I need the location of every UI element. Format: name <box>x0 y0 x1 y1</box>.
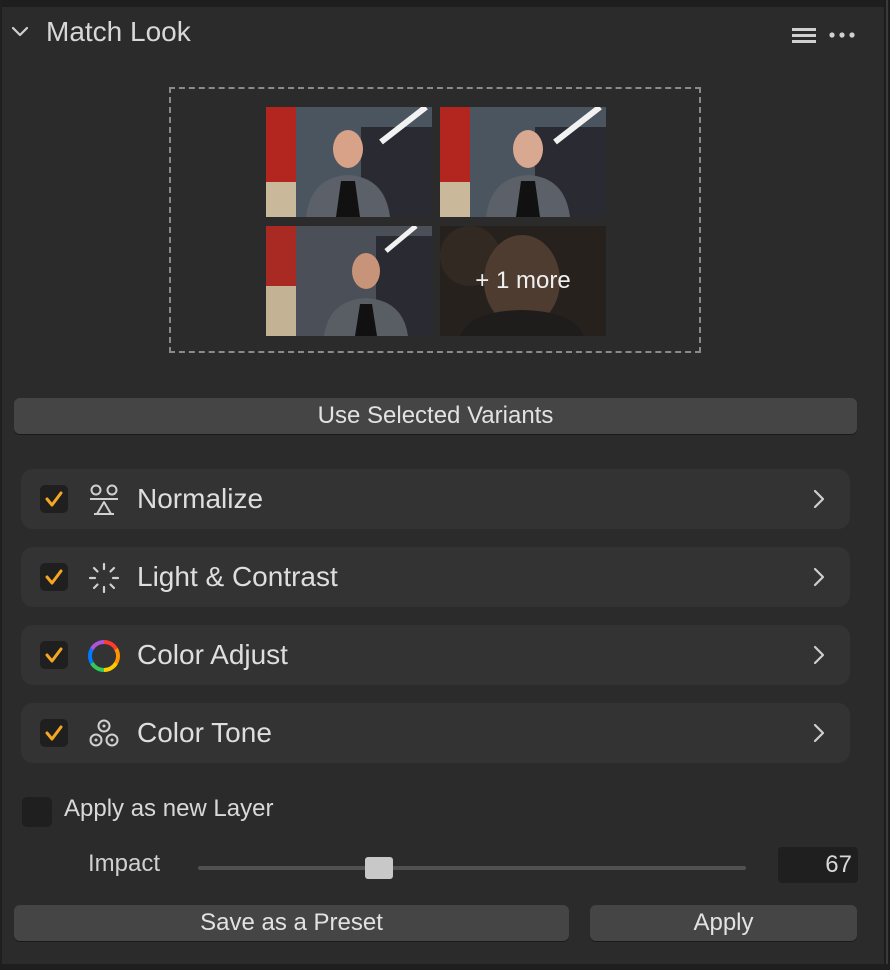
chevron-right-icon[interactable] <box>809 487 829 511</box>
apply-as-layer-checkbox[interactable] <box>22 797 52 827</box>
impact-label: Impact <box>88 850 161 877</box>
adjustment-label: Normalize <box>137 483 264 514</box>
panel-title: Match Look <box>46 16 191 47</box>
impact-slider-track[interactable] <box>198 866 746 870</box>
variant-drop-zone[interactable] <box>169 87 701 353</box>
panel-left-border <box>0 0 2 970</box>
chevron-right-icon[interactable] <box>809 565 829 589</box>
color-tone-icon <box>87 717 121 751</box>
adjustment-row-color-tone[interactable]: Color Tone <box>21 703 850 763</box>
normalize-icon <box>87 483 121 517</box>
color-adjust-checkbox[interactable] <box>40 641 68 669</box>
checkmark-icon <box>45 647 63 663</box>
checkmark-icon <box>45 725 63 741</box>
adjustment-label: Color Adjust <box>137 639 288 670</box>
variant-thumbnail[interactable] <box>440 107 606 217</box>
checkmark-icon <box>45 569 63 585</box>
apply-button[interactable]: Apply <box>590 905 857 941</box>
color-wheel-icon <box>87 639 121 673</box>
apply-as-layer-label: Apply as new Layer <box>64 795 274 822</box>
impact-slider-handle[interactable] <box>364 857 393 879</box>
impact-value-field[interactable]: 67 <box>778 847 858 883</box>
adjustment-row-color-adjust[interactable]: Color Adjust <box>21 625 850 685</box>
normalize-checkbox[interactable] <box>40 485 68 513</box>
light-contrast-icon <box>87 561 121 595</box>
list-icon[interactable] <box>792 26 816 44</box>
variant-thumbnail[interactable] <box>266 107 432 217</box>
panel-bottom-border <box>0 964 890 970</box>
variant-thumbnail[interactable] <box>266 226 432 336</box>
use-selected-variants-button[interactable]: Use Selected Variants <box>14 398 857 434</box>
color-tone-checkbox[interactable] <box>40 719 68 747</box>
adjustment-row-normalize[interactable]: Normalize <box>21 469 850 529</box>
adjustment-label: Light & Contrast <box>137 561 338 592</box>
save-preset-button[interactable]: Save as a Preset <box>14 905 569 941</box>
panel-top-border <box>0 0 890 7</box>
light-contrast-checkbox[interactable] <box>40 563 68 591</box>
adjustment-row-light-contrast[interactable]: Light & Contrast <box>21 547 850 607</box>
more-variants-thumbnail[interactable]: + 1 more <box>440 226 606 336</box>
ellipsis-icon[interactable] <box>828 26 856 44</box>
checkmark-icon <box>45 491 63 507</box>
adjustment-label: Color Tone <box>137 717 272 748</box>
chevron-right-icon[interactable] <box>809 643 829 667</box>
panel-header: Match Look <box>0 12 880 56</box>
chevron-down-icon[interactable] <box>10 22 30 42</box>
chevron-right-icon[interactable] <box>809 721 829 745</box>
scrollbar[interactable] <box>884 0 890 970</box>
more-variants-label: + 1 more <box>475 267 571 294</box>
